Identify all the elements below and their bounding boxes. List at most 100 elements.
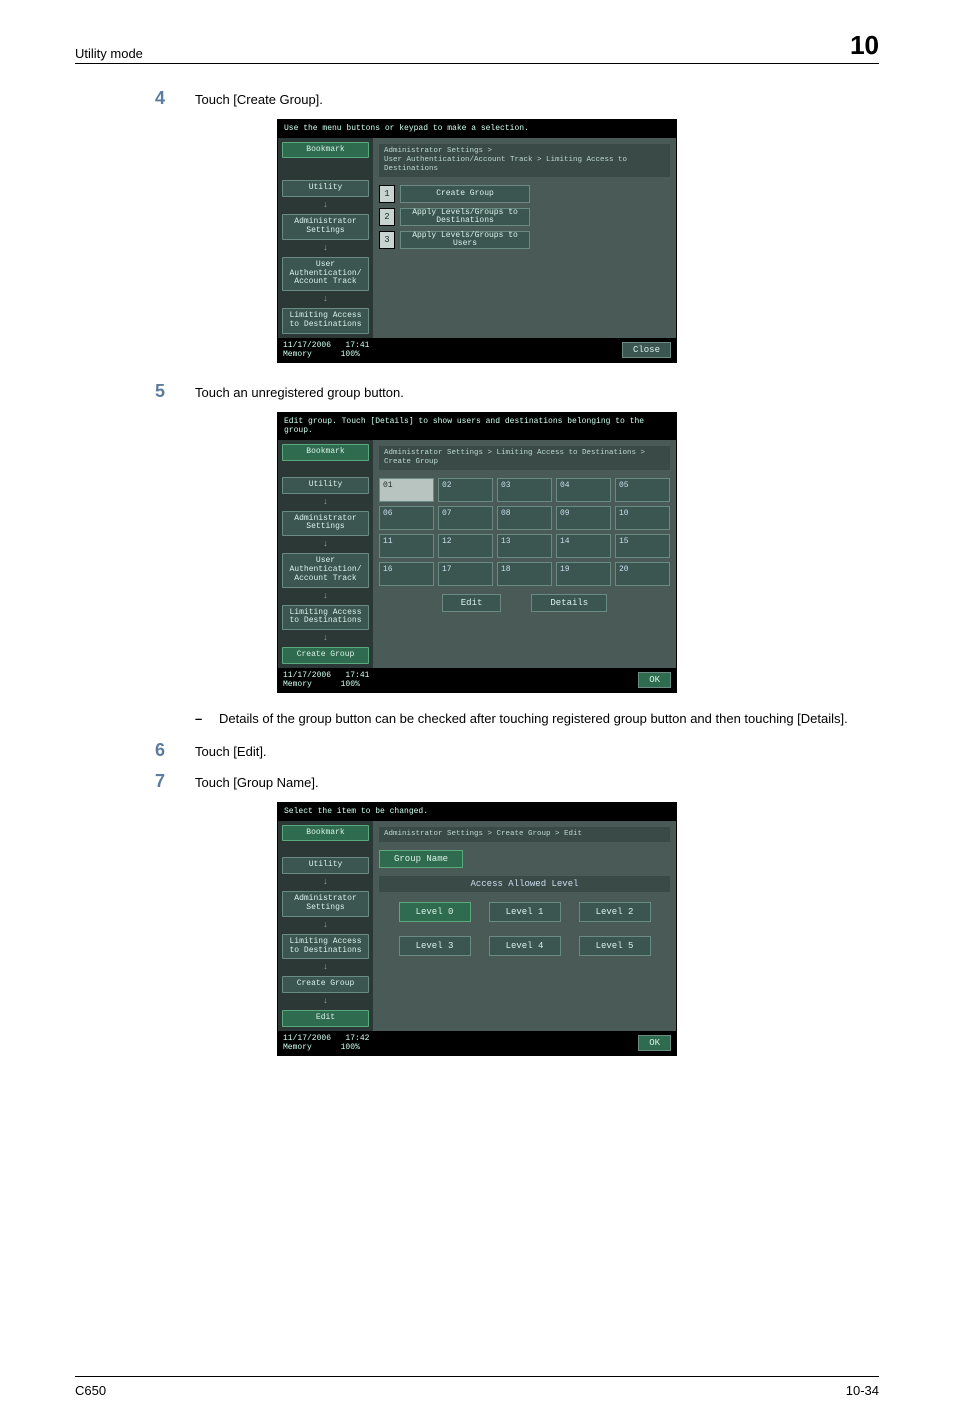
utility-button[interactable]: Utility — [282, 180, 369, 197]
option-3-num: 3 — [379, 231, 395, 249]
group-slot-12[interactable]: 12 — [438, 534, 493, 558]
step-4: 4 Touch [Create Group]. — [155, 88, 879, 109]
group-slot-19[interactable]: 19 — [556, 562, 611, 586]
group-slot-18[interactable]: 18 — [497, 562, 552, 586]
arrow-down-icon: ↓ — [282, 963, 369, 972]
utility-button[interactable]: Utility — [282, 857, 369, 874]
group-slot-grid: 01 02 03 04 05 06 07 08 09 10 11 12 13 1… — [379, 478, 670, 586]
group-slot-15[interactable]: 15 — [615, 534, 670, 558]
group-slot-10[interactable]: 10 — [615, 506, 670, 530]
limiting-access-button[interactable]: Limiting Access to Destinations — [282, 308, 369, 334]
step-5: 5 Touch an unregistered group button. — [155, 381, 879, 402]
level-5-button[interactable]: Level 5 — [579, 936, 651, 956]
dash-bullet: – — [195, 711, 219, 726]
crumb-line1: Administrator Settings > — [384, 147, 492, 155]
level-0-button[interactable]: Level 0 — [399, 902, 471, 922]
group-slot-16[interactable]: 16 — [379, 562, 434, 586]
step-6: 6 Touch [Edit]. — [155, 740, 879, 761]
breadcrumb: Administrator Settings > Create Group > … — [379, 827, 670, 842]
group-slot-20[interactable]: 20 — [615, 562, 670, 586]
create-group-button[interactable]: Create Group — [400, 185, 530, 203]
footer-model: C650 — [75, 1383, 106, 1398]
step-7-num: 7 — [155, 771, 195, 792]
group-slot-14[interactable]: 14 — [556, 534, 611, 558]
arrow-down-icon: ↓ — [282, 244, 369, 253]
scr2-footer-status: 11/17/2006 17:41 Memory 100% — [283, 671, 369, 689]
apply-levels-dest-button[interactable]: Apply Levels/Groups to Destinations — [400, 208, 530, 226]
user-auth-button[interactable]: User Authentication/ Account Track — [282, 257, 369, 291]
step-4-num: 4 — [155, 88, 195, 109]
group-slot-04[interactable]: 04 — [556, 478, 611, 502]
level-4-button[interactable]: Level 4 — [489, 936, 561, 956]
limiting-access-button[interactable]: Limiting Access to Destinations — [282, 605, 369, 631]
group-slot-05[interactable]: 05 — [615, 478, 670, 502]
edit-button[interactable]: Edit — [442, 594, 502, 612]
group-slot-13[interactable]: 13 — [497, 534, 552, 558]
admin-settings-button[interactable]: Administrator Settings — [282, 891, 369, 917]
group-slot-06[interactable]: 06 — [379, 506, 434, 530]
step-7-text: Touch [Group Name]. — [195, 771, 319, 792]
level-2-button[interactable]: Level 2 — [579, 902, 651, 922]
ok-button[interactable]: OK — [638, 1035, 671, 1051]
level-3-button[interactable]: Level 3 — [399, 936, 471, 956]
details-button[interactable]: Details — [531, 594, 607, 612]
admin-settings-button[interactable]: Administrator Settings — [282, 511, 369, 537]
arrow-down-icon: ↓ — [282, 498, 369, 507]
create-group-crumb-button[interactable]: Create Group — [282, 976, 369, 993]
scr3-footer-status: 11/17/2006 17:42 Memory 100% — [283, 1034, 369, 1052]
header-title: Utility mode — [75, 46, 143, 61]
breadcrumb: Administrator Settings > Limiting Access… — [379, 446, 670, 470]
step-4-text: Touch [Create Group]. — [195, 88, 323, 109]
group-slot-02[interactable]: 02 — [438, 478, 493, 502]
bookmark-button[interactable]: Bookmark — [282, 825, 369, 842]
screenshot-1: Use the menu buttons or keypad to make a… — [277, 119, 677, 363]
scr3-instruction: Select the item to be changed. — [278, 803, 676, 821]
create-group-crumb-button[interactable]: Create Group — [282, 647, 369, 664]
admin-settings-button[interactable]: Administrator Settings — [282, 214, 369, 240]
arrow-down-icon: ↓ — [282, 921, 369, 930]
page-header: Utility mode 10 — [75, 30, 879, 64]
option-1-num: 1 — [379, 185, 395, 203]
chapter-number: 10 — [850, 30, 879, 61]
level-1-button[interactable]: Level 1 — [489, 902, 561, 922]
close-button[interactable]: Close — [622, 342, 671, 358]
scr2-instruction: Edit group. Touch [Details] to show user… — [278, 413, 676, 440]
bookmark-button[interactable]: Bookmark — [282, 142, 369, 159]
step-5-sub-text: Details of the group button can be check… — [219, 711, 848, 726]
arrow-down-icon: ↓ — [282, 634, 369, 643]
step-7: 7 Touch [Group Name]. — [155, 771, 879, 792]
access-level-header: Access Allowed Level — [379, 876, 670, 892]
arrow-down-icon: ↓ — [282, 201, 369, 210]
group-slot-08[interactable]: 08 — [497, 506, 552, 530]
arrow-down-icon: ↓ — [282, 540, 369, 549]
limiting-access-button[interactable]: Limiting Access to Destinations — [282, 934, 369, 960]
step-5-num: 5 — [155, 381, 195, 402]
step-6-num: 6 — [155, 740, 195, 761]
option-2-num: 2 — [379, 208, 395, 226]
utility-button[interactable]: Utility — [282, 477, 369, 494]
crumb-line2: User Authentication/Account Track > Limi… — [384, 156, 627, 173]
user-auth-button[interactable]: User Authentication/ Account Track — [282, 553, 369, 587]
step-5-sub: – Details of the group button can be che… — [195, 711, 879, 726]
group-slot-17[interactable]: 17 — [438, 562, 493, 586]
ok-button[interactable]: OK — [638, 672, 671, 688]
arrow-down-icon: ↓ — [282, 997, 369, 1006]
arrow-down-icon: ↓ — [282, 295, 369, 304]
apply-levels-users-button[interactable]: Apply Levels/Groups to Users — [400, 231, 530, 249]
page-footer: C650 10-34 — [75, 1376, 879, 1398]
group-slot-03[interactable]: 03 — [497, 478, 552, 502]
screenshot-3: Select the item to be changed. Bookmark … — [277, 802, 677, 1056]
breadcrumb: Administrator Settings > User Authentica… — [379, 144, 670, 177]
scr1-footer-status: 11/17/2006 17:41 Memory 100% — [283, 341, 369, 359]
group-slot-09[interactable]: 09 — [556, 506, 611, 530]
group-name-button[interactable]: Group Name — [379, 850, 463, 868]
step-5-text: Touch an unregistered group button. — [195, 381, 404, 402]
group-slot-01[interactable]: 01 — [379, 478, 434, 502]
arrow-down-icon: ↓ — [282, 878, 369, 887]
edit-crumb-button[interactable]: Edit — [282, 1010, 369, 1027]
group-slot-11[interactable]: 11 — [379, 534, 434, 558]
bookmark-button[interactable]: Bookmark — [282, 444, 369, 461]
scr1-instruction: Use the menu buttons or keypad to make a… — [278, 120, 676, 138]
group-slot-07[interactable]: 07 — [438, 506, 493, 530]
step-6-text: Touch [Edit]. — [195, 740, 267, 761]
